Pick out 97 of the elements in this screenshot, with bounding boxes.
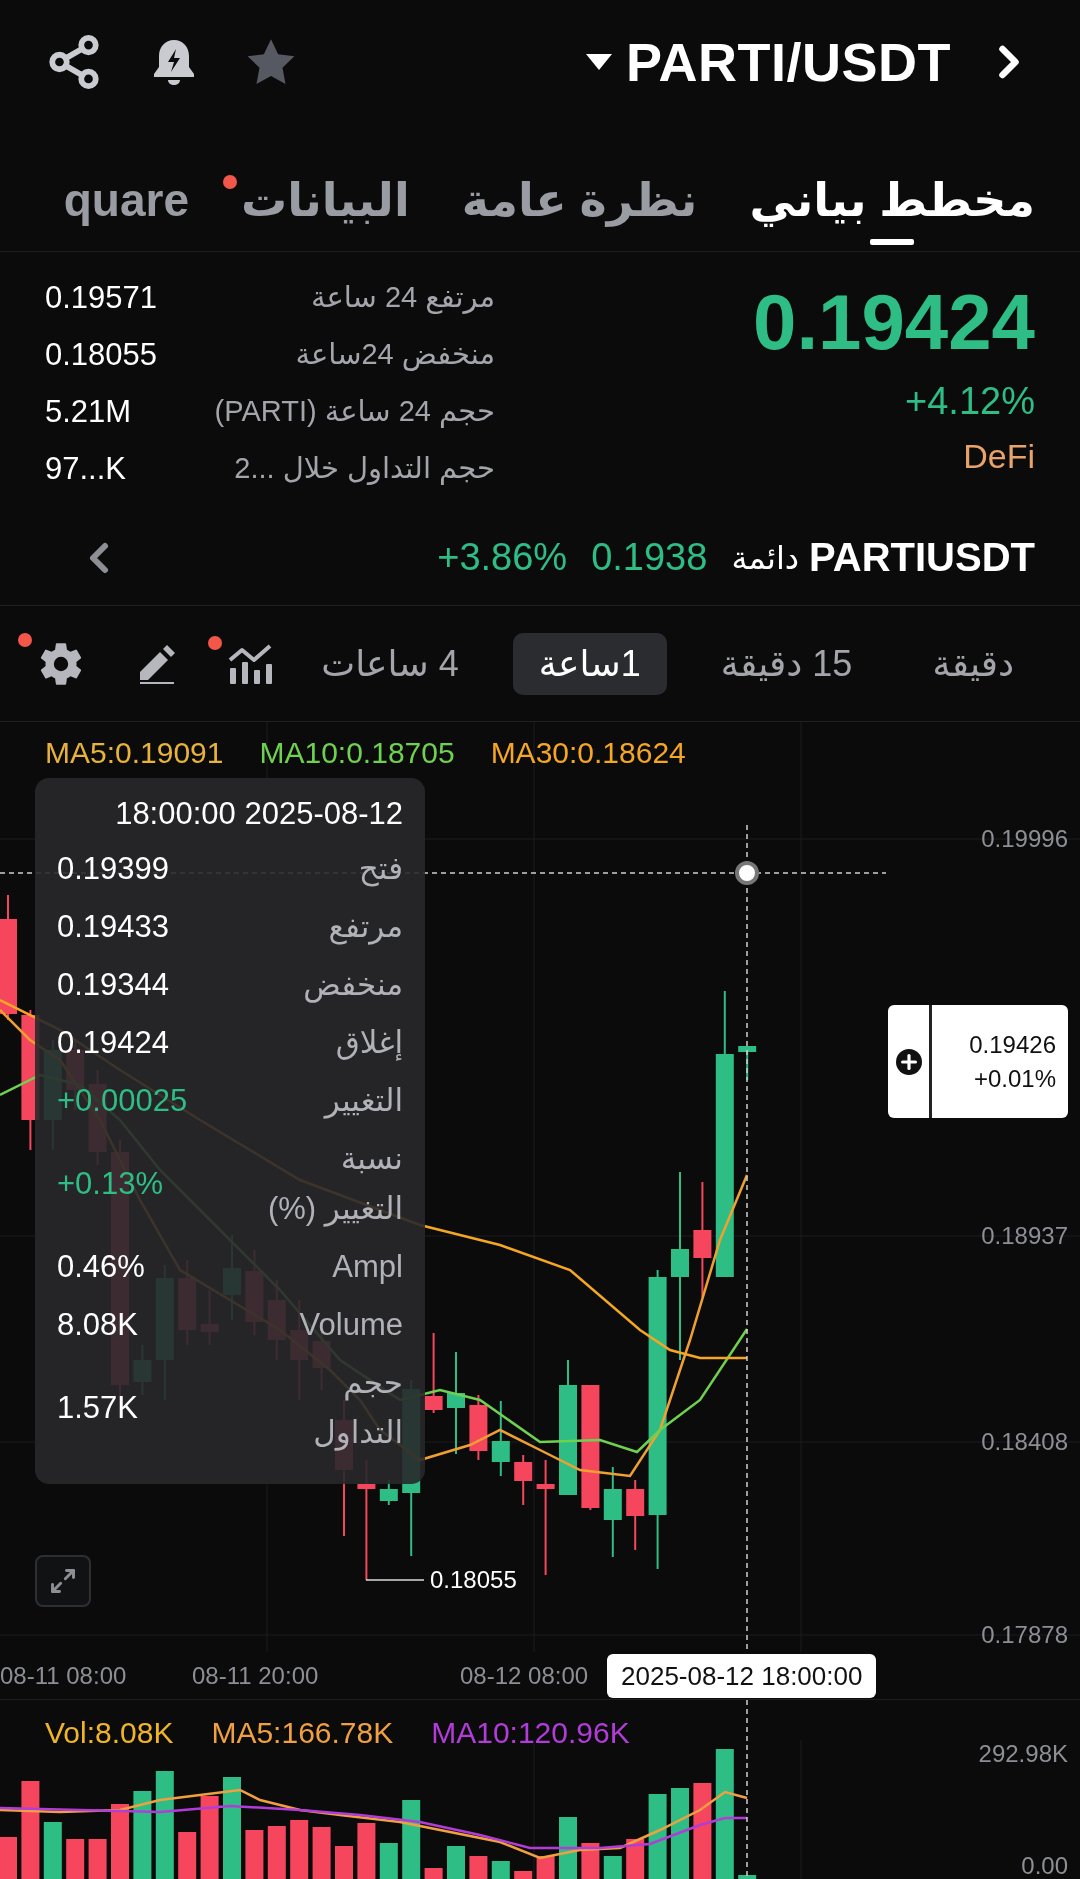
- tooltip-value: +0.13%: [57, 1165, 163, 1203]
- leader-line: [365, 1579, 425, 1581]
- stat-value: 97...K: [45, 450, 127, 488]
- volume-bar: [267, 1826, 286, 1879]
- pair-title[interactable]: PARTI/USDT: [626, 31, 951, 93]
- perpetual-type: دائمة: [731, 538, 800, 577]
- tooltip-value: 8.08K: [57, 1306, 138, 1344]
- volume-bar: [603, 1856, 622, 1879]
- time-axis-label: 08-11 08:00: [0, 1661, 128, 1690]
- stat-value: 5.21M: [45, 393, 133, 431]
- stat-value: 0.19571: [45, 279, 159, 317]
- price-axis-label: 0.17878: [981, 1621, 1068, 1648]
- tooltip-label: حجم التداول: [312, 1364, 403, 1453]
- timeframe-tab[interactable]: 15 دقيقة: [694, 632, 879, 695]
- ma-legend: MA30:0.18624: [490, 736, 686, 770]
- indicators-button[interactable]: [228, 643, 272, 684]
- volume-bar: [559, 1817, 577, 1879]
- timeframe-tab[interactable]: 4 ساعات: [295, 632, 485, 695]
- tooltip-label: منخفض: [302, 966, 403, 1005]
- price-axis-label: 0.19996: [981, 825, 1068, 852]
- volume-bar: [88, 1839, 107, 1879]
- section-tab[interactable]: quare: [63, 173, 189, 251]
- ma-legend: MA10:0.18705: [259, 736, 455, 770]
- volume-bar: [312, 1827, 331, 1879]
- volume-bar: [0, 1837, 17, 1879]
- crosshair-change: +0.01%: [973, 1064, 1056, 1093]
- crosshair-price-tag[interactable]: 0.19426 +0.01%: [888, 1005, 1068, 1118]
- tooltip-value: 0.19424: [57, 1024, 170, 1062]
- tooltip-label: Volume: [298, 1306, 403, 1344]
- volume-legend: Vol:8.08K: [45, 1716, 174, 1750]
- caret-down-icon[interactable]: [586, 54, 612, 70]
- tooltip-value: 0.19344: [57, 966, 170, 1004]
- expand-icon[interactable]: [49, 1567, 77, 1595]
- tab-underline: [870, 239, 915, 245]
- timeframe-tab[interactable]: 1ساعة: [512, 632, 667, 695]
- volume-bar: [469, 1856, 488, 1879]
- time-axis-label: 08-11 20:00: [192, 1661, 320, 1690]
- ma-legend: MA5:0.19091: [45, 736, 224, 770]
- section-tab[interactable]: نظرة عامة: [461, 173, 698, 251]
- price-change: +4.12%: [905, 380, 1035, 423]
- volume-bar: [335, 1846, 353, 1879]
- settings-icon: [38, 640, 84, 687]
- volume-legend: MA10:120.96K: [431, 1716, 630, 1750]
- volume-bar: [290, 1820, 309, 1879]
- candlestick: [626, 1479, 645, 1551]
- volume-bar: [245, 1830, 264, 1879]
- volume-axis-label: 292.98K: [978, 1740, 1068, 1767]
- tooltip-value: 0.19433: [57, 908, 170, 946]
- tooltip-value: 0.46%: [57, 1248, 145, 1286]
- stat-label: منخفض 24ساعة: [294, 337, 495, 373]
- candlestick: [514, 1454, 533, 1506]
- timeframe-tab[interactable]: دقيقة: [906, 632, 1040, 695]
- volume-bar: [66, 1839, 85, 1879]
- crosshair-dot: [735, 861, 759, 885]
- tooltip-value: 0.19399: [57, 850, 170, 888]
- plus-icon[interactable]: [895, 1048, 922, 1075]
- tooltip-label: إغلاق: [334, 1024, 403, 1063]
- section-tab[interactable]: مخطط بياني: [749, 173, 1035, 251]
- volume-bar: [447, 1846, 465, 1879]
- perpetual-symbol[interactable]: PARTIUSDT: [809, 535, 1035, 580]
- volume-bar: [514, 1871, 533, 1879]
- tooltip-label: مرتفع: [327, 908, 403, 947]
- crosshair-time: 2025-08-12 18:00:00: [607, 1654, 877, 1698]
- bell-icon[interactable]: [151, 37, 197, 87]
- volume-axis-label: 0.00: [1021, 1852, 1068, 1879]
- candlestick: [469, 1394, 488, 1461]
- perpetual-price: 0.1938: [591, 536, 708, 579]
- price-axis-label: 0.18937: [981, 1222, 1068, 1249]
- tooltip-label: فتح: [357, 850, 403, 889]
- volume-bar: [357, 1823, 376, 1879]
- tooltip-label: التغيير: [322, 1082, 403, 1121]
- section-tab[interactable]: البيانات: [241, 173, 410, 251]
- stat-label: حجم التداول خلال ...2: [233, 451, 495, 487]
- sector-tag[interactable]: DeFi: [963, 437, 1035, 476]
- tooltip-label: نسبة التغيير (%): [268, 1140, 403, 1229]
- tooltip-label: Ampl: [331, 1248, 403, 1286]
- volume-bar: [379, 1843, 398, 1879]
- volume-bar: [424, 1868, 443, 1879]
- volume-bar: [43, 1822, 62, 1879]
- settings-button[interactable]: [38, 640, 84, 687]
- expand-button[interactable]: [35, 1555, 91, 1607]
- volume-legend: MA5:166.78K: [211, 1716, 394, 1750]
- stat-label: حجم 24 ساعة (PARTI): [213, 394, 495, 430]
- stat-label: مرتفع 24 ساعة: [309, 280, 495, 316]
- last-price: 0.19424: [753, 277, 1035, 368]
- low-price-label: 0.18055: [430, 1566, 517, 1593]
- perpetual-change: +3.86%: [437, 536, 568, 579]
- indicator-icon: [228, 643, 272, 684]
- tooltip-value: +0.00025: [57, 1082, 188, 1120]
- volume-bar: [738, 1875, 757, 1879]
- price-axis-label: 0.18408: [981, 1428, 1068, 1455]
- tooltip-time: 18:00:00 2025-08-12: [114, 795, 403, 833]
- crosshair-price: 0.19426: [969, 1030, 1056, 1059]
- volume-bar: [491, 1861, 510, 1879]
- volume-bar: [178, 1832, 197, 1879]
- stat-value: 0.18055: [45, 336, 159, 374]
- tooltip-value: 1.57K: [57, 1389, 138, 1427]
